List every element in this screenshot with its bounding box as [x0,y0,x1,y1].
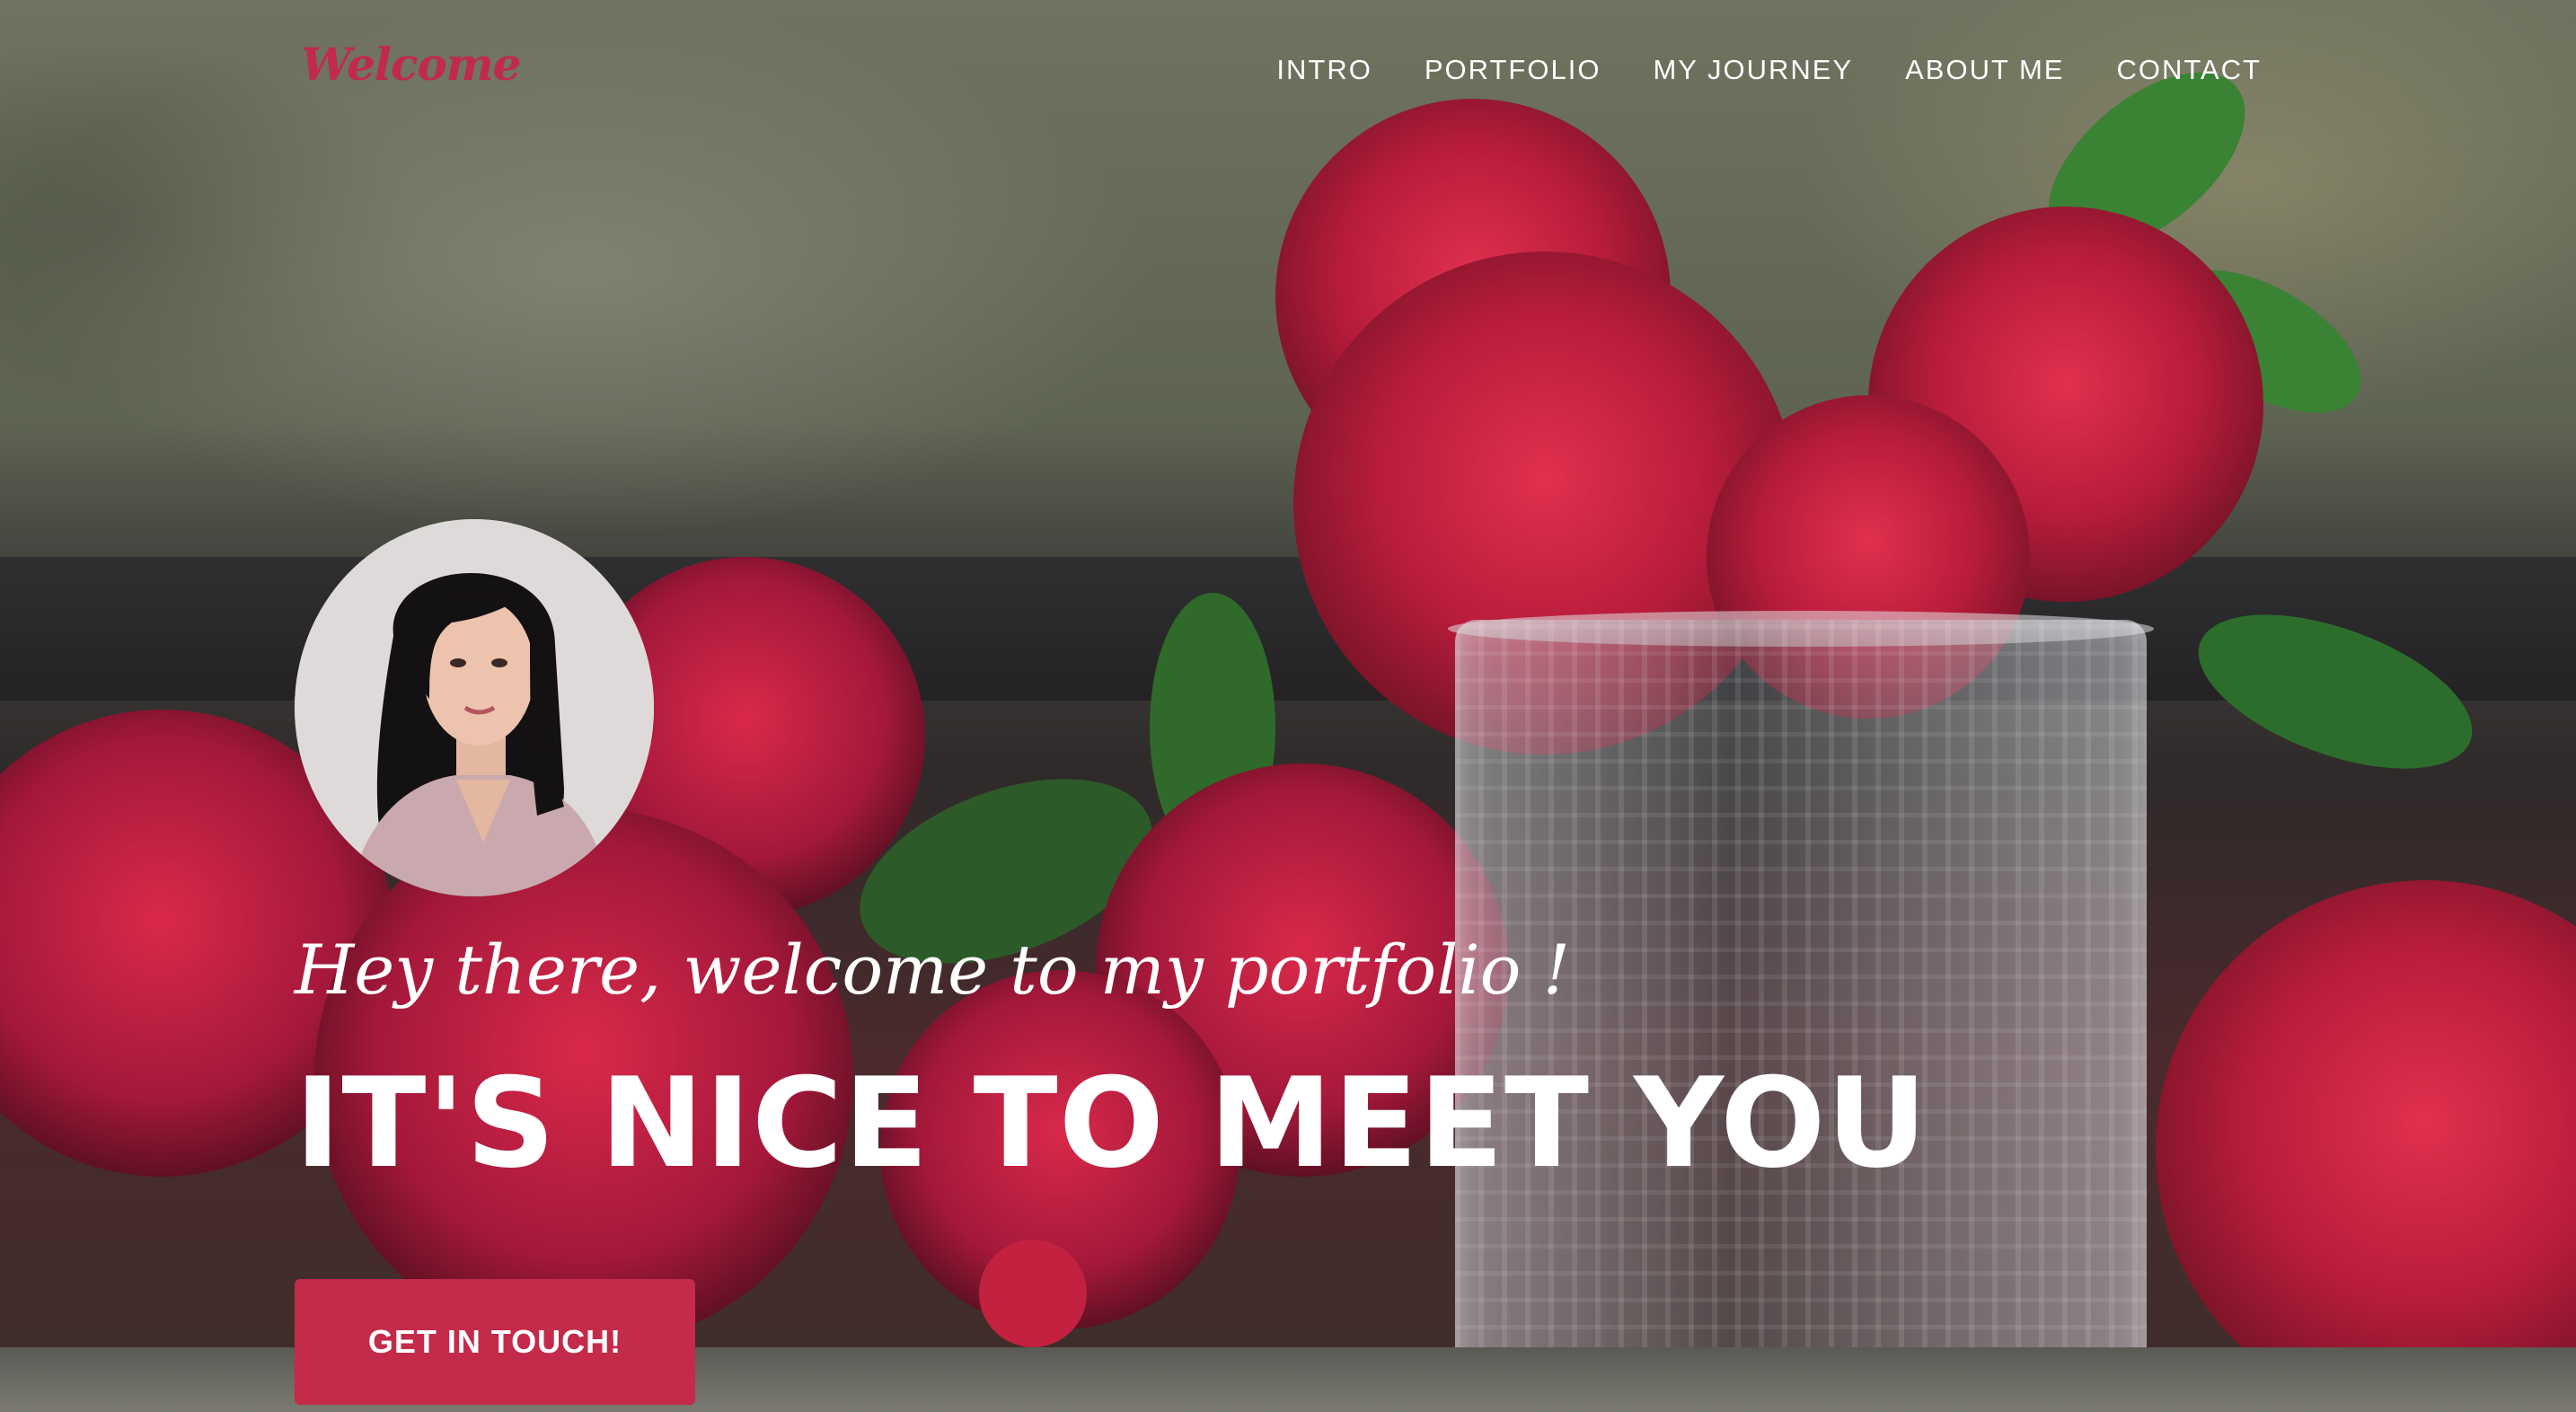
brand-logo[interactable]: Welcome [301,38,521,91]
main-nav: INTRO PORTFOLIO MY JOURNEY ABOUT ME CONT… [1276,54,2262,86]
avatar [295,519,654,896]
hero-subtitle: Hey there, welcome to my portfolio ! [295,930,1571,1010]
nav-about-me[interactable]: ABOUT ME [1905,54,2064,86]
get-in-touch-button[interactable]: GET IN TOUCH! [295,1279,695,1405]
hero-title: IT'S NICE TO MEET YOU [295,1051,1928,1196]
portrait-image [295,519,654,896]
nav-portfolio[interactable]: PORTFOLIO [1425,54,1601,86]
nav-contact[interactable]: CONTACT [2116,54,2262,86]
nav-intro[interactable]: INTRO [1276,54,1372,86]
glass-vase [1455,620,2147,1410]
nav-my-journey[interactable]: MY JOURNEY [1653,54,1853,86]
